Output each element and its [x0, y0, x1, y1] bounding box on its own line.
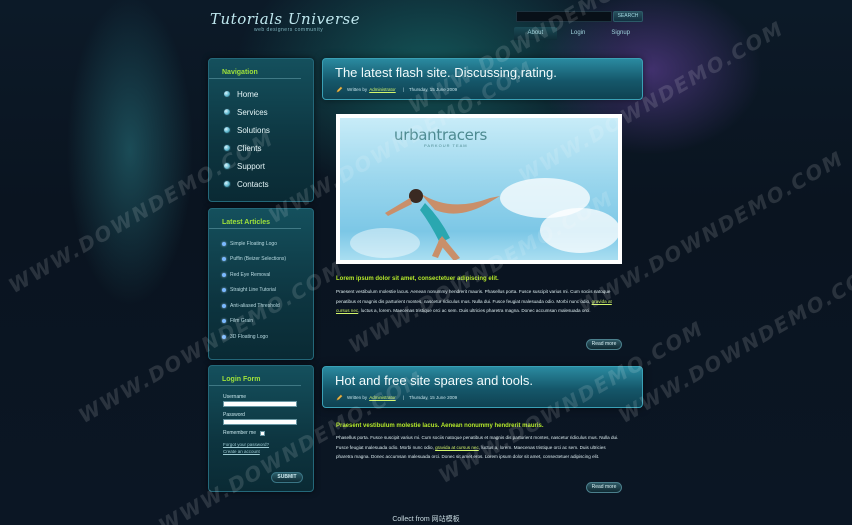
- article-link-label: Puffin (Beizer Selections): [230, 256, 287, 263]
- top-nav-about[interactable]: About: [514, 27, 557, 40]
- meta-separator: |: [402, 87, 404, 92]
- globe-bullet-icon: [223, 180, 231, 188]
- top-nav: About Login Signup: [514, 27, 642, 40]
- article-title[interactable]: Hot and free site spares and tools.: [323, 367, 642, 394]
- globe-bullet-icon: [223, 108, 231, 116]
- search-button[interactable]: SEARCH: [613, 11, 643, 22]
- pencil-icon: [336, 394, 343, 401]
- article-lead: Lorem ipsum dolor sit amet, consectetuer…: [336, 276, 499, 282]
- search-input[interactable]: [516, 11, 612, 22]
- article-link-label: Film Grain: [230, 318, 254, 325]
- logo-title: Tutorials Universe: [210, 10, 361, 28]
- nav-item-solutions[interactable]: Solutions: [223, 121, 313, 139]
- meta-written-by: Written by: [347, 87, 368, 92]
- globe-bullet-icon: [223, 90, 231, 98]
- nav-item-home[interactable]: Home: [223, 85, 313, 103]
- nav-item-contacts[interactable]: Contacts: [223, 175, 313, 193]
- dot-bullet-icon: [222, 319, 226, 324]
- meta-date: Thursday, 15 June 2009: [408, 395, 458, 400]
- dot-bullet-icon: [222, 288, 226, 293]
- dot-bullet-icon: [222, 257, 226, 262]
- meta-date: Thursday, 15 June 2009: [408, 87, 458, 92]
- read-more-button[interactable]: Read more: [586, 339, 622, 350]
- top-nav-signup[interactable]: Signup: [599, 27, 642, 40]
- nav-item-support[interactable]: Support: [223, 157, 313, 175]
- body-text-part: Praesent vestibulum molestie lacus. Aene…: [336, 289, 611, 304]
- meta-written-by: Written by: [347, 395, 368, 400]
- article-link[interactable]: Film Grain: [222, 314, 313, 330]
- article-body: Praesent vestibulum molestie lacus. Aene…: [336, 287, 620, 316]
- meta-author-link[interactable]: Administrator: [369, 87, 396, 92]
- body-text-part: , luctus a, lorem. Maecenas tristique or…: [358, 308, 591, 314]
- top-nav-login[interactable]: Login: [557, 27, 600, 40]
- article-body: Phasellus porta. Fusce suscipit varius m…: [336, 433, 620, 462]
- article-link[interactable]: Anti-aliased Threshold: [222, 298, 313, 314]
- remember-label: Remember me: [223, 430, 257, 436]
- username-field[interactable]: [223, 401, 297, 407]
- jumping-man-figure: [385, 189, 500, 260]
- globe-bullet-icon: [223, 126, 231, 134]
- nav-item-label: Solutions: [237, 125, 270, 135]
- submit-button[interactable]: SUBMIT: [271, 472, 303, 483]
- meta-author-link[interactable]: Administrator: [369, 395, 396, 400]
- globe-bullet-icon: [223, 162, 231, 170]
- article-link[interactable]: Straight Line Tutorial: [222, 283, 313, 299]
- nav-item-services[interactable]: Services: [223, 103, 313, 121]
- nav-item-label: Support: [237, 161, 266, 171]
- inline-link[interactable]: gravida at cursus nec: [435, 445, 479, 450]
- article-link-label: 3D Floating Logo: [230, 333, 269, 340]
- dot-bullet-icon: [222, 334, 226, 339]
- footer-credit: Collect from 网站模板: [392, 516, 460, 523]
- article-link-label: Simple Floating Logo: [230, 240, 277, 247]
- site-logo[interactable]: Tutorials Universe web designers communi…: [210, 10, 360, 33]
- login-panel: Login Form Username Password Remember me…: [208, 365, 314, 492]
- username-label: Username: [223, 394, 247, 400]
- pencil-icon: [336, 86, 343, 93]
- article-link-label: Red Eye Removal: [230, 271, 271, 278]
- navigation-panel: Navigation Home Services Solutions Clien…: [208, 58, 314, 202]
- article-meta: Written by Administrator | Thursday, 15 …: [323, 86, 642, 93]
- nav-item-label: Home: [237, 89, 259, 99]
- article-meta: Written by Administrator | Thursday, 15 …: [323, 394, 642, 401]
- meta-separator: |: [402, 395, 404, 400]
- globe-bullet-icon: [223, 144, 231, 152]
- article-link[interactable]: Puffin (Beizer Selections): [222, 252, 313, 268]
- create-account-link[interactable]: Create an account: [223, 449, 313, 454]
- nav-item-label: Clients: [237, 143, 262, 153]
- article-link[interactable]: Simple Floating Logo: [222, 236, 313, 252]
- remember-checkbox[interactable]: [260, 430, 266, 436]
- latest-articles-title: Latest Articles: [209, 209, 301, 229]
- dot-bullet-icon: [222, 272, 226, 277]
- password-label: Password: [223, 412, 245, 418]
- forgot-password-link[interactable]: Forgot your password?: [223, 442, 313, 447]
- article-link-label: Straight Line Tutorial: [230, 287, 276, 294]
- dot-bullet-icon: [222, 241, 226, 246]
- nav-item-label: Services: [237, 107, 268, 117]
- dot-bullet-icon: [222, 303, 226, 308]
- hero-logo-subtitle: PARKOUR TEAM: [424, 143, 468, 148]
- article-header: Hot and free site spares and tools. Writ…: [322, 366, 643, 408]
- article-title[interactable]: The latest flash site. Discussing,rating…: [323, 59, 642, 86]
- login-title: Login Form: [209, 366, 301, 386]
- article-lead: Praesent vestibulum molestie lacus. Aene…: [336, 423, 544, 429]
- latest-articles-panel: Latest Articles Simple Floating Logo Puf…: [208, 208, 314, 360]
- article-header: The latest flash site. Discussing,rating…: [322, 58, 643, 100]
- article-link[interactable]: Red Eye Removal: [222, 267, 313, 283]
- nav-item-label: Contacts: [237, 179, 269, 189]
- password-field[interactable]: [223, 419, 297, 425]
- navigation-title: Navigation: [209, 59, 301, 79]
- nav-item-clients[interactable]: Clients: [223, 139, 313, 157]
- cloud-shape: [540, 208, 618, 253]
- article-link-label: Anti-aliased Threshold: [230, 302, 280, 309]
- read-more-button[interactable]: Read more: [586, 482, 622, 493]
- article-hero-image: urbantracers PARKOUR TEAM: [336, 114, 622, 264]
- article-link[interactable]: 3D Floating Logo: [222, 329, 313, 345]
- hero-logo: urbantracers: [394, 126, 487, 144]
